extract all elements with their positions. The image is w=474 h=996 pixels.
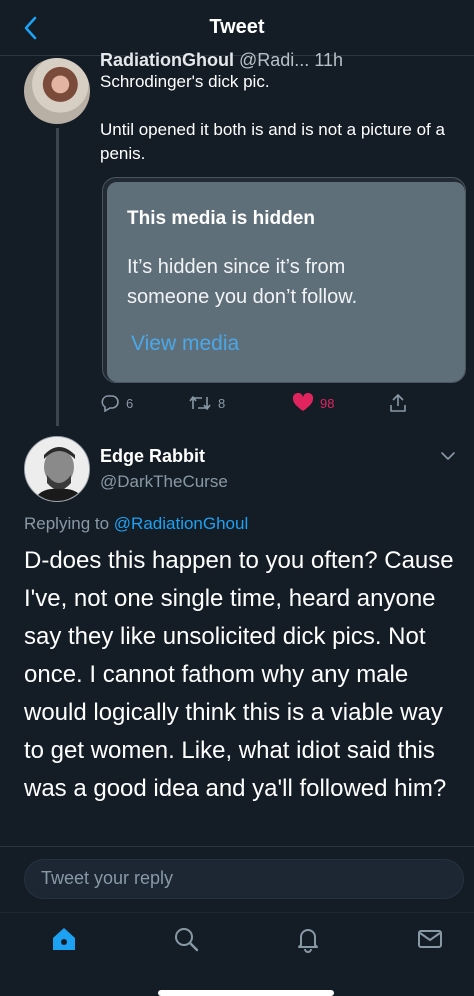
reply-count: 6 (126, 395, 134, 411)
retweet-icon (189, 396, 211, 410)
profile-photo (25, 437, 89, 501)
mention-link[interactable]: @RadiationGhoul (114, 514, 248, 533)
tweet-text-continued: Until opened it both is and is not a pic… (100, 120, 445, 163)
reply-icon (101, 395, 119, 412)
avatar[interactable] (24, 436, 90, 502)
bottom-tab-bar (0, 912, 474, 996)
reply-input[interactable]: Tweet your reply (24, 859, 464, 899)
media-body: It’s hidden since it’s from someone you … (127, 256, 358, 308)
reply-tweet[interactable]: Edge Rabbit @DarkTheCurse Replying to @R… (0, 426, 474, 846)
view-media-link[interactable]: View media (131, 332, 239, 356)
share-icon (390, 394, 406, 412)
parent-tweet[interactable]: RadiationGhoul @Radi... 11h Schrodinger'… (0, 50, 474, 426)
reply-composer: Tweet your reply (0, 846, 474, 912)
tab-home[interactable] (46, 921, 82, 957)
hidden-media-card[interactable]: This media is hidden It’s hidden since i… (102, 177, 466, 383)
search-icon (175, 928, 199, 952)
tweet-text: D-does this happen to you often? Cause I… (24, 547, 454, 802)
tab-search[interactable] (168, 921, 204, 957)
media-title: This media is hidden (127, 208, 315, 229)
top-bar: Tweet (0, 0, 474, 56)
tab-messages[interactable] (412, 921, 448, 957)
thread-connector (56, 128, 59, 426)
messages-icon (418, 930, 442, 948)
page-title: Tweet (209, 16, 265, 38)
chevron-left-icon (24, 16, 37, 40)
tab-notifications[interactable] (290, 921, 326, 957)
author-name[interactable]: Edge Rabbit (100, 446, 205, 467)
tweet-text: Schrodinger's dick pic. (100, 72, 270, 91)
share-button[interactable] (388, 390, 408, 416)
replying-prefix: Replying to (24, 514, 110, 533)
like-count: 98 (320, 395, 335, 411)
author-handle: @Radi... (239, 50, 310, 70)
reply-button[interactable]: 6 (100, 390, 133, 416)
tweet-time: 11h (314, 50, 344, 70)
heart-icon (292, 393, 314, 411)
author-handle: @DarkTheCurse (100, 472, 228, 491)
like-button[interactable]: 98 (292, 390, 334, 416)
home-icon (53, 928, 75, 950)
replying-to: Replying to @RadiationGhoul (24, 514, 248, 534)
tweet-header: RadiationGhoul @Radi... 11h (100, 50, 470, 72)
home-indicator (158, 990, 334, 996)
retweet-count: 8 (218, 395, 226, 411)
author-name[interactable]: RadiationGhoul (100, 50, 234, 70)
retweet-button[interactable]: 8 (188, 390, 225, 416)
tweet-actions: 6 8 98 (100, 390, 420, 416)
chevron-down-icon[interactable] (438, 446, 458, 466)
media-overlay: This media is hidden It’s hidden since i… (107, 182, 465, 382)
notifications-icon (298, 929, 318, 953)
back-button[interactable] (18, 14, 42, 42)
avatar[interactable] (24, 58, 90, 124)
